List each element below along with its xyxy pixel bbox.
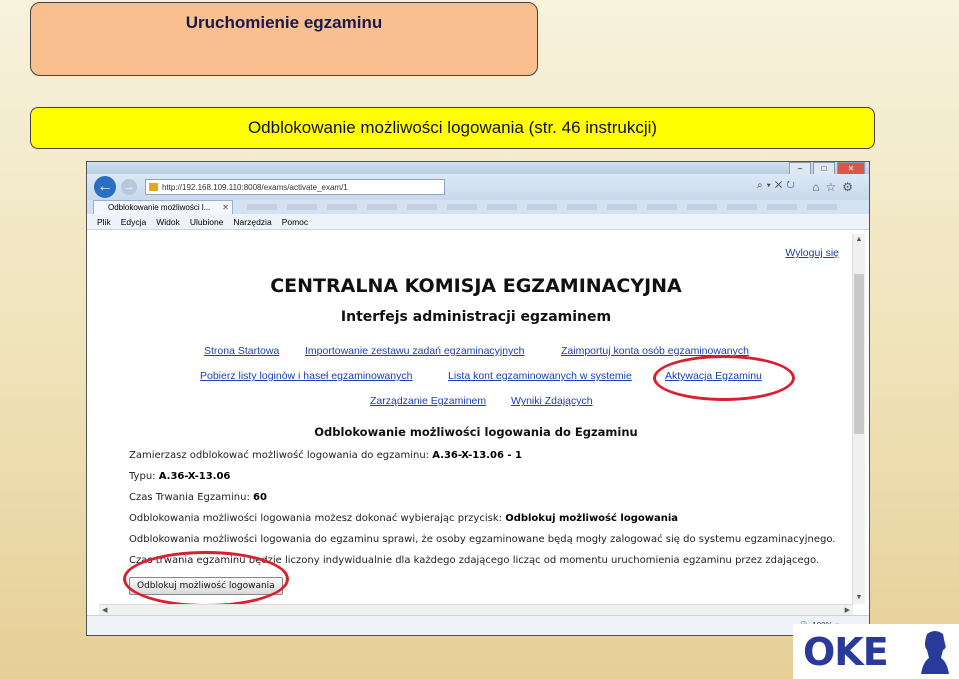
tab-title: Odblokowanie możliwości l... [108, 203, 211, 212]
nav-logins-link[interactable]: Pobierz listy loginów i haseł egzaminowa… [200, 370, 412, 382]
menu-ulubione[interactable]: Ulubione [190, 214, 224, 229]
page-heading: CENTRALNA KOMISJA EGZAMINACYJNA [270, 275, 682, 297]
browser-screenshot: – □ ✕ ← → http://192.168.109.110:8008/ex… [86, 161, 870, 636]
favorites-strip [247, 204, 847, 210]
logo-text: OKE [803, 630, 889, 674]
menu-narzedzia[interactable]: Narzędzia [233, 214, 271, 229]
menu-plik[interactable]: Plik [97, 214, 111, 229]
slide-subtitle: Odblokowanie możliwości logowania (str. … [247, 118, 658, 137]
status-bar: 🔍 100% ▾ [87, 615, 869, 635]
url-input[interactable]: http://192.168.109.110:8008/exams/activa… [145, 179, 445, 195]
menu-pomoc[interactable]: Pomoc [282, 214, 308, 229]
slide-title-box: Uruchomienie egzaminu [30, 2, 538, 76]
logout-link[interactable]: Wyloguj się [785, 247, 839, 259]
forward-arrow-icon[interactable]: → [121, 179, 137, 195]
menu-widok[interactable]: Widok [156, 214, 180, 229]
info-type: Typu: A.36-X-13.06 [129, 471, 231, 482]
scroll-up-icon[interactable]: ▲ [853, 234, 865, 246]
window-titlebar: – □ ✕ [87, 162, 869, 175]
page-subheading: Interfejs administracji egzaminem [340, 309, 612, 325]
nav-import-tasks-link[interactable]: Importowanie zestawu zadań egzaminacyjny… [305, 345, 524, 357]
section-title: Odblokowanie możliwości logowania do Egz… [314, 425, 638, 439]
highlight-ring-unlock [123, 551, 289, 607]
nav-results-link[interactable]: Wyniki Zdających [511, 395, 593, 407]
slide-subtitle-box: Odblokowanie możliwości logowania (str. … [30, 107, 875, 149]
scroll-thumb[interactable] [854, 274, 864, 434]
vertical-scrollbar[interactable]: ▲ ▼ [852, 234, 865, 604]
nav-manage-link[interactable]: Zarządzanie Egzaminem [370, 395, 486, 407]
back-arrow-icon[interactable]: ← [94, 176, 116, 198]
info-effect: Odblokowania możliwości logowania do egz… [129, 534, 836, 545]
highlight-ring-activation [653, 355, 795, 401]
url-text: http://192.168.109.110:8008/exams/activa… [162, 183, 348, 192]
address-bar: ← → http://192.168.109.110:8008/exams/ac… [87, 174, 869, 200]
browser-tab[interactable]: Odblokowanie możliwości l... ✕ [93, 200, 233, 214]
nav-accounts-list-link[interactable]: Lista kont egzaminowanych w systemie [448, 370, 632, 382]
tab-close-icon[interactable]: ✕ [222, 201, 229, 215]
info-instruction: Odblokowania możliwości logowania możesz… [129, 513, 679, 524]
tab-row: Odblokowanie możliwości l... ✕ [87, 200, 869, 214]
menu-bar: Plik Edycja Widok Ulubione Narzędzia Pom… [87, 214, 869, 230]
nav-start-link[interactable]: Strona Startowa [204, 345, 279, 357]
info-duration: Czas Trwania Egzaminu: 60 [129, 492, 267, 503]
web-page: Wyloguj się CENTRALNA KOMISJA EGZAMINACY… [99, 231, 853, 607]
menu-edycja[interactable]: Edycja [121, 214, 147, 229]
oke-logo: OKE [793, 624, 959, 679]
info-exam: Zamierzasz odblokować możliwość logowani… [129, 450, 522, 461]
home-star-gear-icons[interactable]: ⌂☆⚙ [812, 180, 859, 194]
address-tools-icons[interactable]: ⌕▾✕↻ [757, 180, 799, 191]
scroll-down-icon[interactable]: ▼ [853, 592, 865, 604]
slide-title: Uruchomienie egzaminu [185, 13, 383, 32]
page-icon [149, 183, 158, 191]
logo-figure-icon [921, 631, 949, 674]
